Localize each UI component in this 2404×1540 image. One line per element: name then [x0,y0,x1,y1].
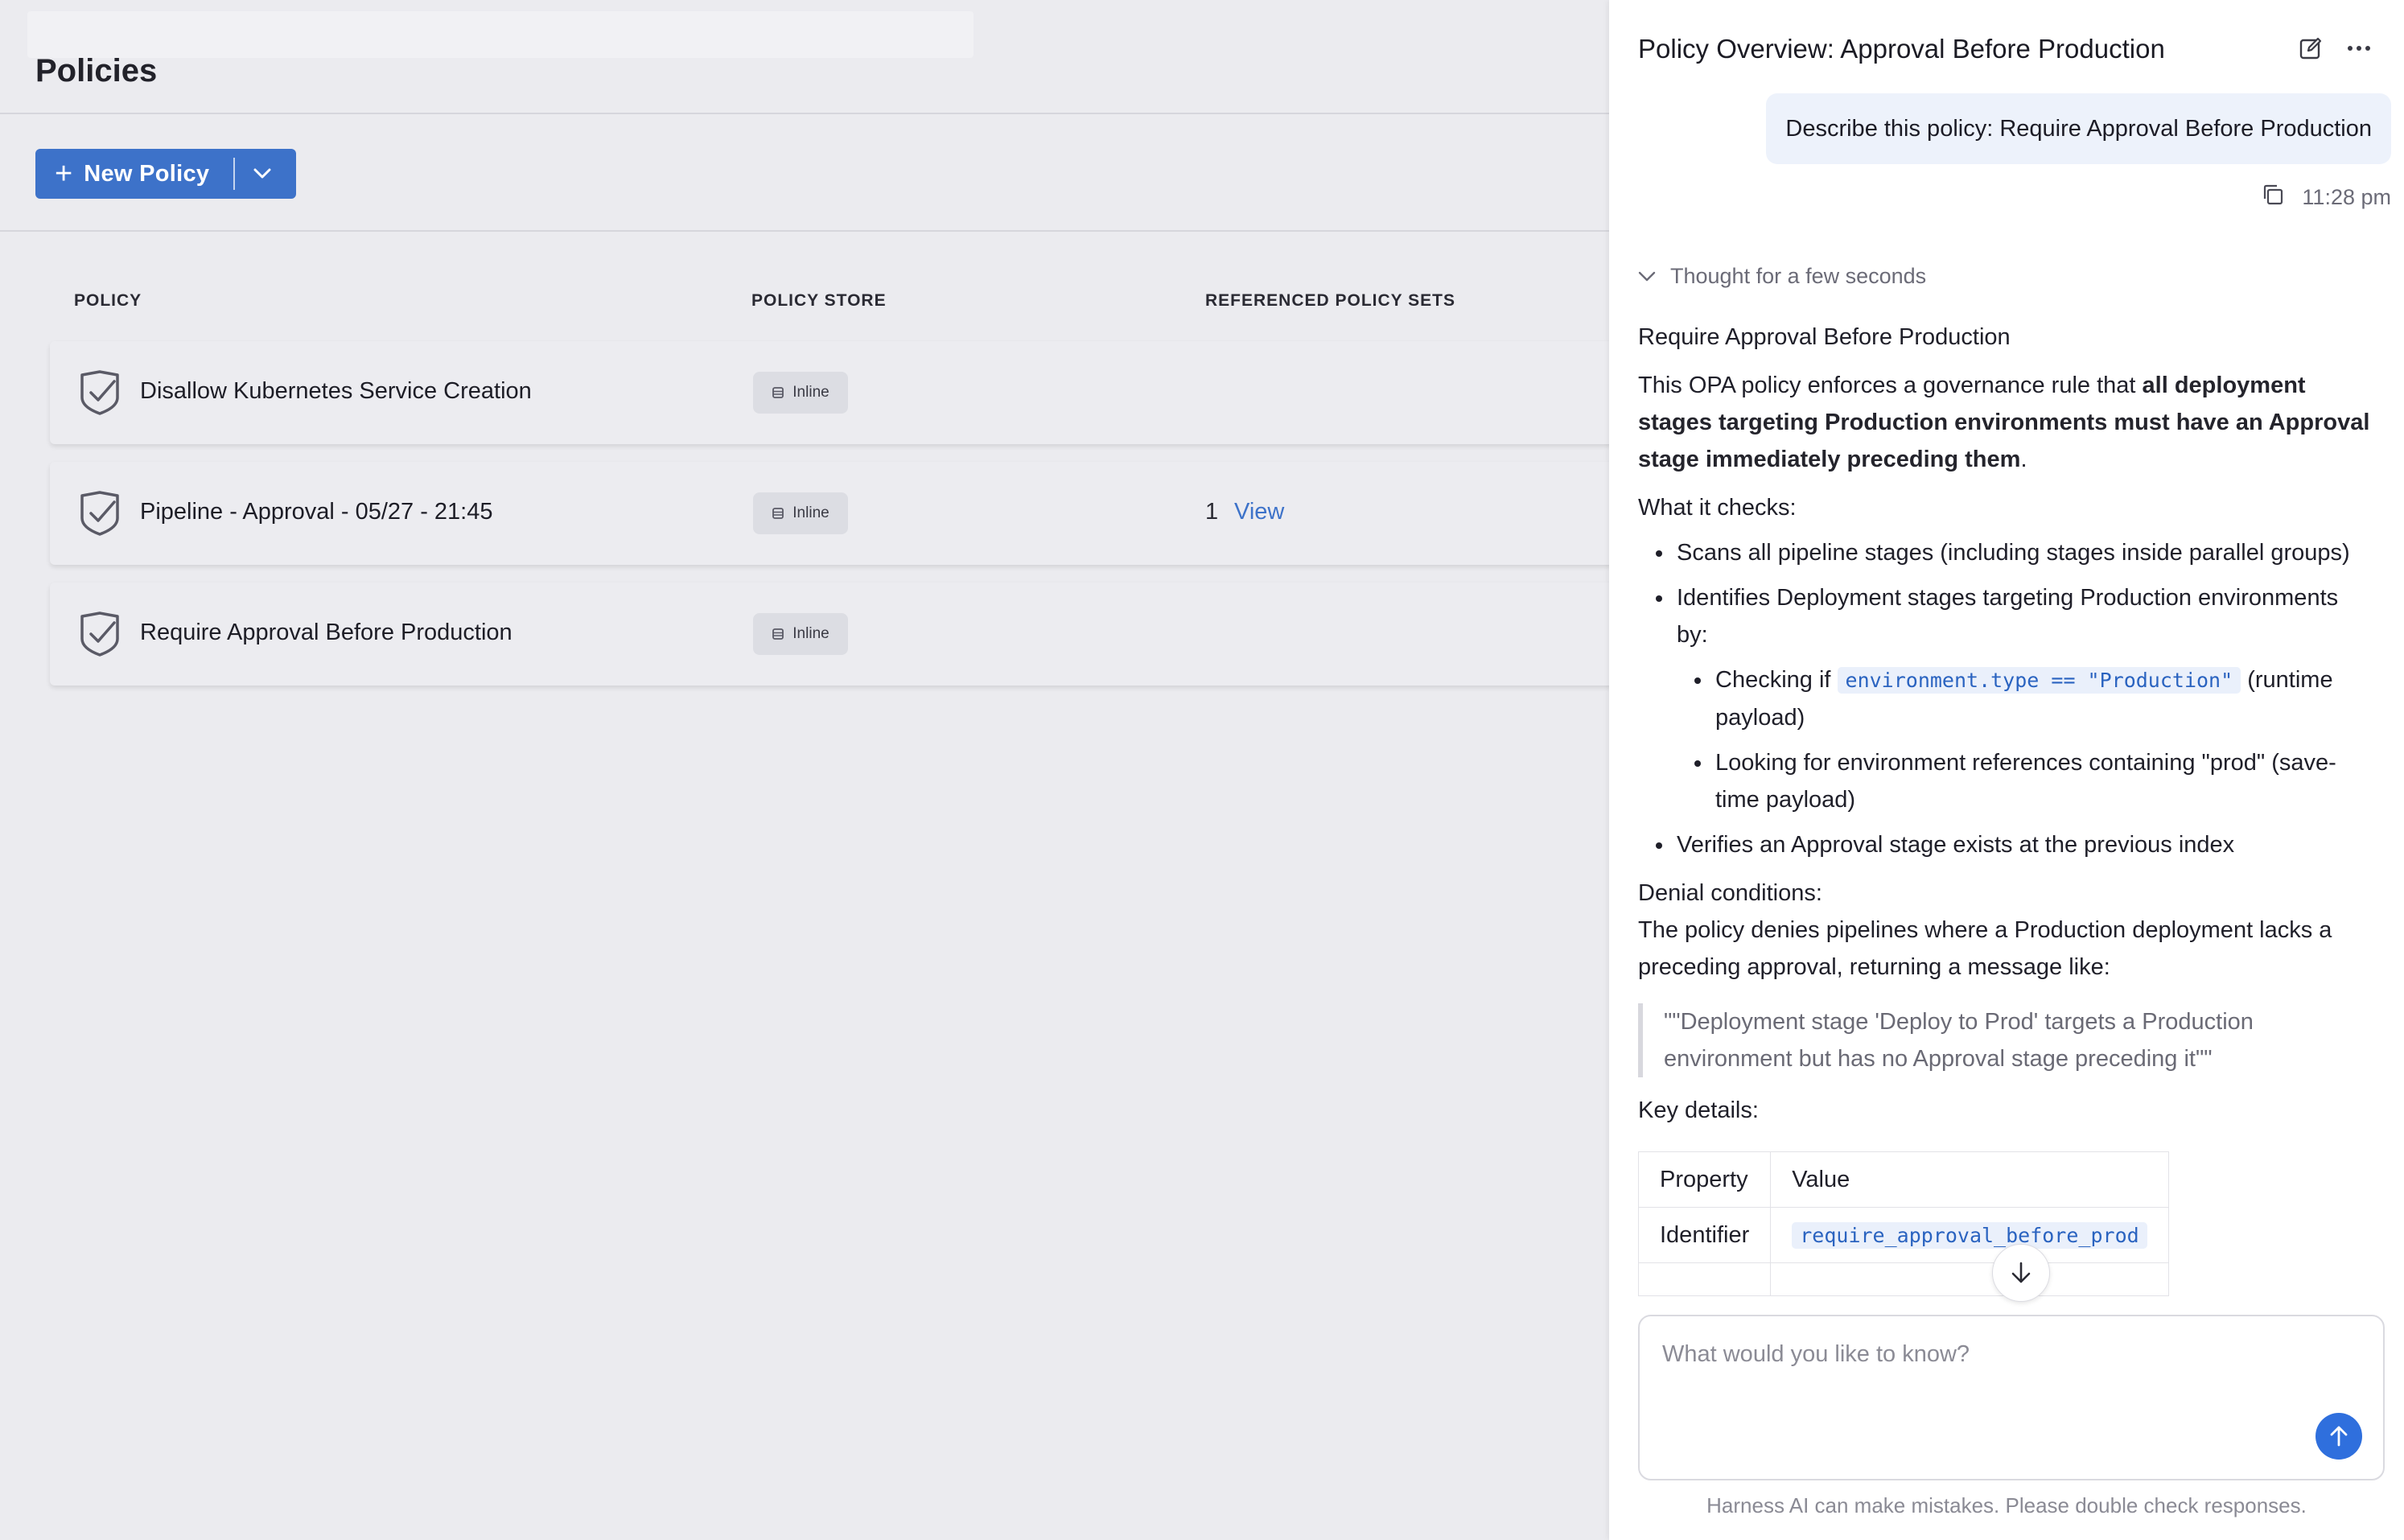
policy-store-badge: Inline [753,372,848,414]
policy-name[interactable]: Disallow Kubernetes Service Creation [140,378,532,405]
key-details-table: Property Value Identifier require_approv… [1637,1151,2169,1296]
policy-store-badge: Inline [753,613,848,655]
table-row[interactable]: Pipeline - Approval - 05/27 - 21:45 Inli… [50,462,1619,565]
message-composer[interactable] [1638,1315,2385,1480]
chevron-down-icon[interactable] [235,149,290,199]
list-item: Looking for environment references conta… [1638,744,2375,818]
arrow-down-icon [2011,1262,2031,1283]
message-meta: 11:28 pm [2262,183,2391,212]
denial-text: The policy denies pipelines where a Prod… [1638,917,2332,980]
database-icon [772,387,784,398]
checks-list: Scans all pipeline stages (including sta… [1638,534,2375,863]
edit-icon[interactable] [2295,32,2327,64]
policy-store-label: Inline [792,625,829,642]
shield-check-icon [79,491,121,536]
policy-name[interactable]: Pipeline - Approval - 05/27 - 21:45 [140,499,493,525]
chat-input[interactable] [1661,1334,2291,1374]
arrow-up-icon [2330,1426,2348,1447]
database-icon [772,628,784,640]
user-message: Describe this policy: Require Approval B… [1766,93,2391,164]
page-title: Policies [35,53,158,89]
column-header-policy[interactable]: POLICY [74,291,142,311]
thought-label: Thought for a few seconds [1670,264,1927,288]
table-cell: require_approval_before_prod [1770,1207,2169,1263]
table-cell: Identifier [1637,1207,1772,1263]
referenced-sets-count: 1 [1205,499,1219,525]
toolbar-divider [0,230,1609,232]
policy-store-badge: Inline [753,492,848,534]
list-item: Identifies Deployment stages targeting P… [1638,579,2375,818]
inline-code: environment.type == "Production" [1837,667,2241,694]
thought-toggle[interactable]: Thought for a few seconds [1638,264,1926,289]
more-options-icon[interactable] [2343,32,2375,64]
column-header-referenced-policy-sets[interactable]: REFERENCED POLICY SETS [1205,291,1455,311]
shield-check-icon [79,370,121,415]
list-item: Checking if environment.type == "Product… [1638,661,2375,736]
ai-chat-panel: Policy Overview: Approval Before Product… [1609,0,2404,1540]
database-icon [772,508,784,519]
content-fade [1638,1297,2375,1313]
view-referenced-sets-link[interactable]: View [1234,499,1284,525]
chevron-down-icon [1638,271,1656,281]
ai-response: Require Approval Before Production This … [1637,319,2375,1296]
list-item: Verifies an Approval stage exists at the… [1638,826,2375,863]
ai-disclaimer: Harness AI can make mistakes. Please dou… [1706,1493,2307,1517]
copy-icon[interactable] [2262,183,2284,212]
list-item: Scans all pipeline stages (including sta… [1638,534,2375,571]
table-header: Value [1770,1151,2169,1208]
top-bar-placeholder [27,11,974,58]
panel-title: Policy Overview: Approval Before Product… [1638,34,2165,64]
table-row[interactable]: Disallow Kubernetes Service Creation Inl… [50,341,1619,444]
key-details-title: Key details: [1638,1097,1759,1123]
table-header: Property [1637,1151,1772,1208]
send-button[interactable] [2315,1413,2362,1460]
inline-code: require_approval_before_prod [1792,1221,2147,1249]
response-heading: Require Approval Before Production [1638,324,2011,350]
policy-store-label: Inline [792,504,829,521]
checks-title: What it checks: [1638,495,1797,521]
scroll-to-bottom-button[interactable] [1992,1244,2050,1302]
response-intro: This OPA policy enforces a governance ru… [1638,373,2370,472]
new-policy-button[interactable]: + New Policy [35,149,296,199]
policy-store-label: Inline [792,384,829,401]
new-policy-label: New Policy [84,160,210,187]
table-row[interactable]: Require Approval Before Production Inlin… [50,583,1619,686]
header-divider [0,113,1609,114]
plus-icon: + [55,157,73,191]
policy-name[interactable]: Require Approval Before Production [140,620,512,646]
column-header-policy-store[interactable]: POLICY STORE [751,291,887,311]
denial-quote: ""Deployment stage 'Deploy to Prod' targ… [1638,1003,2375,1077]
policies-page: Policies + New Policy POLICY POLICY STOR… [0,0,1619,1540]
shield-check-icon [79,611,121,657]
denial-title: Denial conditions: [1638,880,1822,906]
sub-list: Checking if environment.type == "Product… [1638,661,2375,818]
message-time: 11:28 pm [2302,185,2391,209]
